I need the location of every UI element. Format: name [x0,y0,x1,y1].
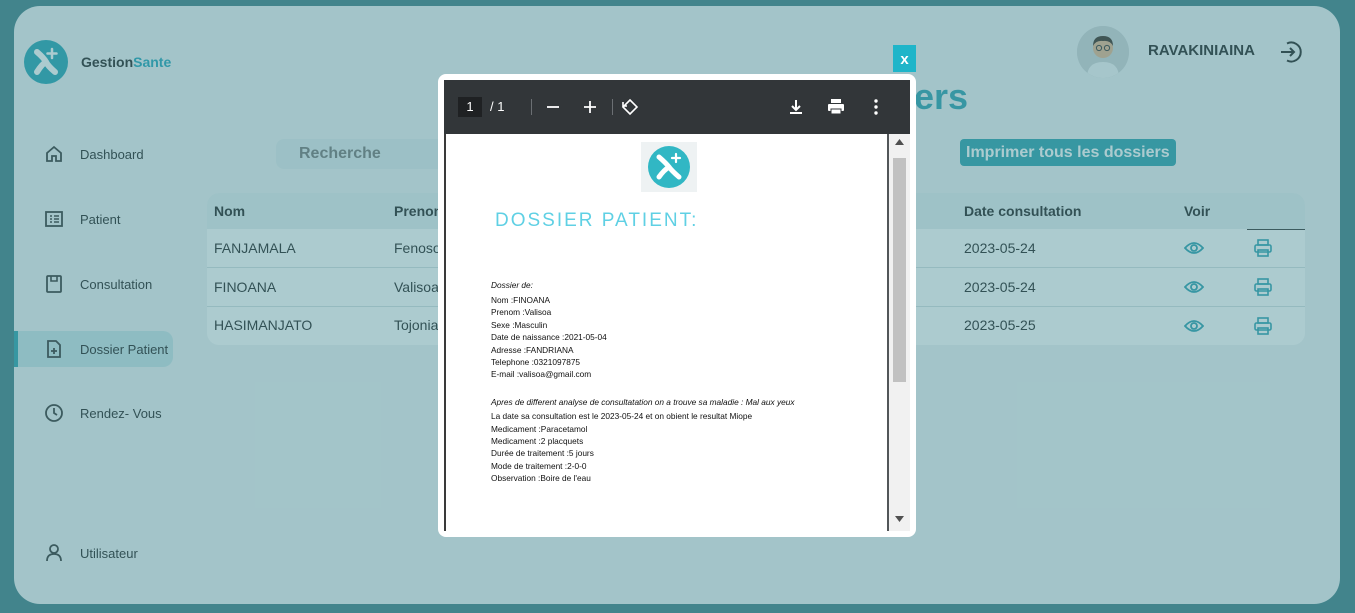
document-line: Medicament :2 placquets [491,436,584,446]
document-line: Apres de different analyse de consultata… [491,397,795,407]
document-line: Dossier de: [491,280,533,290]
scroll-down-icon[interactable] [895,516,904,522]
page-count: / 1 [490,99,505,114]
document-line: Durée de traitement :5 jours [491,448,594,458]
download-icon[interactable] [786,97,806,117]
document-line: Prenom :Valisoa [491,307,552,317]
divider [531,99,532,115]
page-number-input[interactable]: 1 [458,97,482,117]
document-line: Medicament :Paracetamol [491,424,588,434]
more-vertical-icon[interactable] [866,97,886,117]
divider [612,99,613,115]
document-line: Adresse :FANDRIANA [491,345,574,355]
document-line: La date sa consultation est le 2023-05-2… [491,411,753,421]
pdf-modal: 1 / 1 DOSSIER PATIENT: Dossier de: Nom :… [438,74,916,537]
scrollbar[interactable] [889,134,910,531]
pdf-viewer[interactable]: DOSSIER PATIENT: Dossier de: Nom :FINOAN… [444,134,910,531]
pdf-page: DOSSIER PATIENT: Dossier de: Nom :FINOAN… [444,134,887,531]
document-logo-icon [641,142,697,192]
document-title: DOSSIER PATIENT: [495,210,699,231]
document-line: Mode de traitement :2-0-0 [491,461,587,471]
document-line: E-mail :valisoa@gmail.com [491,369,592,379]
document-line: Sexe :Masculin [491,320,548,330]
rotate-icon[interactable] [620,97,640,117]
zoom-in-icon[interactable] [580,97,600,117]
zoom-out-icon[interactable] [543,97,563,117]
pdf-toolbar: 1 / 1 [444,80,910,134]
close-modal-button[interactable]: x [893,45,916,72]
scrollbar-thumb[interactable] [893,158,906,382]
print-icon[interactable] [826,97,846,117]
document-line: Date de naissance :2021-05-04 [491,332,607,342]
document-line: Telephone :0321097875 [491,357,581,367]
scroll-up-icon[interactable] [895,139,904,145]
document-line: Nom :FINOANA [491,295,551,305]
document-line: Observation :Boire de l'eau [491,473,591,483]
